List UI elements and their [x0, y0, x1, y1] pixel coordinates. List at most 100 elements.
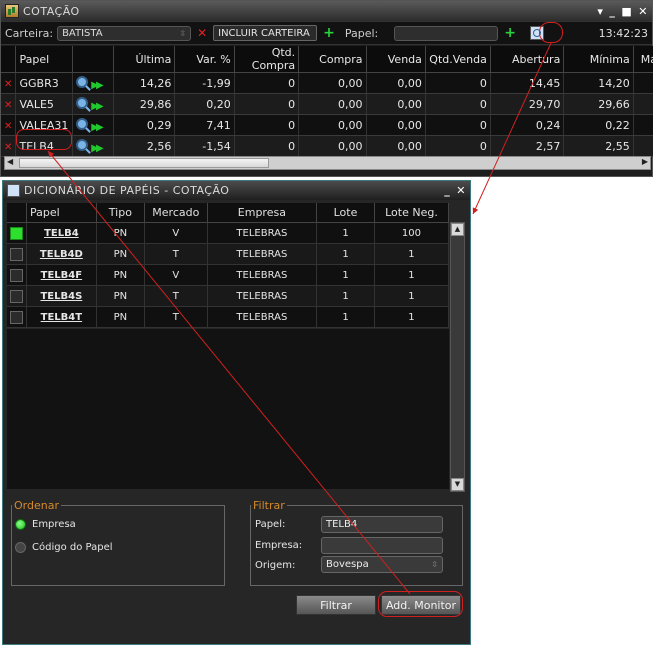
search-icon[interactable]: [75, 75, 88, 88]
scroll-down-icon[interactable]: ▼: [451, 478, 464, 491]
radio-empresa[interactable]: Empresa: [15, 519, 76, 530]
maximize-button[interactable]: ■: [621, 5, 632, 18]
lote-cell: 1: [316, 222, 375, 244]
check-cell[interactable]: [7, 243, 27, 265]
col-ultima[interactable]: Última: [113, 46, 176, 73]
dictionary-icon: [7, 184, 20, 197]
scroll-up-icon[interactable]: ▲: [451, 223, 464, 236]
fast-forward-icon[interactable]: ▶▶: [91, 143, 104, 154]
papel-input[interactable]: [394, 25, 499, 41]
incluir-carteira-button[interactable]: INCLUIR CARTEIRA: [213, 25, 318, 41]
add-carteira-icon[interactable]: +: [323, 25, 335, 41]
col-qtd-venda[interactable]: Qtd.Venda: [425, 46, 491, 73]
remove-row-icon[interactable]: ✕: [4, 100, 12, 111]
ultima-cell: 14,26: [113, 72, 176, 94]
col-d-lote-neg[interactable]: Lote Neg.: [374, 203, 450, 223]
check-cell[interactable]: [7, 285, 27, 307]
papel-cell[interactable]: TELB4S: [26, 285, 97, 307]
quote-window-titlebar[interactable]: COTAÇÃO ▾ _ ■ ✕: [1, 1, 652, 21]
compra-cell: 0,00: [298, 114, 367, 136]
col-compra[interactable]: Compra: [298, 46, 367, 73]
col-d-lote[interactable]: Lote: [316, 203, 375, 223]
col-minima[interactable]: Mínima: [563, 46, 634, 73]
table-row[interactable]: ✕ TELB4 ▶▶ 2,56 -1,54 0 0,00 0,00 0 2,57 2,55: [1, 135, 653, 157]
remove-carteira-icon[interactable]: ✕: [197, 26, 207, 40]
dict-minimize-button[interactable]: _: [444, 184, 450, 197]
remove-row-icon[interactable]: ✕: [4, 79, 12, 90]
col-d-tipo[interactable]: Tipo: [96, 203, 145, 223]
col-d-papel[interactable]: Papel: [26, 203, 97, 223]
check-cell[interactable]: [7, 222, 27, 244]
papel-cell[interactable]: TELB4D: [26, 243, 97, 265]
fast-forward-icon[interactable]: ▶▶: [91, 122, 104, 133]
col-qtd-compra[interactable]: Qtd. Compra: [234, 46, 300, 73]
scroll-left-icon[interactable]: ◀: [7, 157, 13, 166]
check-cell[interactable]: [7, 306, 27, 328]
filtro-papel-input[interactable]: TELB4: [321, 516, 443, 533]
filtro-empresa-input[interactable]: [321, 537, 443, 554]
papel-cell[interactable]: TELB4F: [26, 264, 97, 286]
remove-cell[interactable]: ✕: [1, 72, 17, 94]
remove-row-icon[interactable]: ✕: [4, 121, 12, 132]
col-papel[interactable]: Papel: [15, 46, 73, 73]
papel-cell[interactable]: TELB4: [26, 222, 97, 244]
vertical-scrollbar[interactable]: ▲ ▼: [450, 222, 465, 492]
dict-close-button[interactable]: ✕: [456, 184, 466, 197]
tipo-cell: PN: [96, 285, 145, 307]
col-venda[interactable]: Venda: [366, 46, 426, 73]
search-icon[interactable]: [75, 96, 88, 109]
list-item[interactable]: TELB4D PN T TELEBRAS 1 1: [7, 243, 450, 265]
scroll-thumb[interactable]: [19, 158, 269, 168]
col-abertura[interactable]: Abertura: [490, 46, 565, 73]
list-item[interactable]: TELB4 PN V TELEBRAS 1 100: [7, 222, 450, 244]
dictionary-window-titlebar[interactable]: DICIONÁRIO DE PAPÉIS - COTAÇÃO _ ✕: [3, 181, 470, 200]
col-maxima[interactable]: Má: [633, 46, 653, 73]
filtro-origem-select[interactable]: Bovespa ⇳: [321, 556, 443, 573]
remove-cell[interactable]: ✕: [1, 135, 17, 157]
menu-dropdown-icon[interactable]: ▾: [597, 5, 603, 18]
checkbox[interactable]: [10, 247, 23, 261]
minima-cell: 29,66: [563, 93, 634, 115]
papel-cell[interactable]: VALE5: [15, 93, 73, 115]
horizontal-scrollbar[interactable]: ◀ ▶: [4, 156, 651, 170]
empresa-cell: TELEBRAS: [207, 243, 318, 265]
remove-cell[interactable]: ✕: [1, 93, 17, 115]
lote-cell: 1: [316, 285, 375, 307]
abertura-cell: 0,24: [490, 114, 565, 136]
checkbox[interactable]: [10, 226, 23, 240]
add-papel-icon[interactable]: +: [504, 25, 516, 41]
radio-empresa-label: Empresa: [32, 519, 76, 530]
remove-row-icon[interactable]: ✕: [4, 142, 12, 153]
carteira-value: BATISTA: [62, 27, 103, 39]
col-var[interactable]: Var. %: [174, 46, 235, 73]
abertura-cell: 29,70: [490, 93, 565, 115]
table-row[interactable]: ✕ VALE5 ▶▶ 29,86 0,20 0 0,00 0,00 0 29,70 29,66: [1, 93, 653, 115]
checkbox[interactable]: [10, 268, 23, 282]
col-d-mercado[interactable]: Mercado: [144, 203, 208, 223]
check-cell[interactable]: [7, 264, 27, 286]
fast-forward-icon[interactable]: ▶▶: [91, 80, 104, 91]
checkbox[interactable]: [10, 289, 23, 303]
list-item[interactable]: TELB4S PN T TELEBRAS 1 1: [7, 285, 450, 307]
radio-codigo-papel[interactable]: Código do Papel: [15, 542, 113, 553]
compra-cell: 0,00: [298, 135, 367, 157]
scroll-right-icon[interactable]: ▶: [642, 157, 648, 166]
table-row[interactable]: ✕ GGBR3 ▶▶ 14,26 -1,99 0 0,00 0,00 0 14,45 14,20: [1, 72, 653, 94]
table-row[interactable]: ✕ VALEA31 ▶▶ 0,29 7,41 0 0,00 0,00 0 0,24 0,22: [1, 114, 653, 136]
search-icon[interactable]: [75, 138, 88, 151]
minimize-button[interactable]: _: [609, 5, 615, 18]
search-icon[interactable]: [75, 117, 88, 130]
carteira-select[interactable]: BATISTA ⇳: [57, 25, 192, 41]
papel-cell[interactable]: GGBR3: [15, 72, 73, 94]
tipo-cell: PN: [96, 222, 145, 244]
checkbox[interactable]: [10, 310, 23, 324]
list-item[interactable]: TELB4F PN V TELEBRAS 1 1: [7, 264, 450, 286]
filtrar-button[interactable]: Filtrar: [296, 595, 376, 615]
col-d-empresa[interactable]: Empresa: [207, 203, 318, 223]
papel-cell[interactable]: TELB4T: [26, 306, 97, 328]
list-item[interactable]: TELB4T PN T TELEBRAS 1 1: [7, 306, 450, 328]
remove-cell[interactable]: ✕: [1, 114, 17, 136]
fast-forward-icon[interactable]: ▶▶: [91, 101, 104, 112]
close-button[interactable]: ✕: [638, 5, 648, 18]
lote-cell: 1: [316, 264, 375, 286]
